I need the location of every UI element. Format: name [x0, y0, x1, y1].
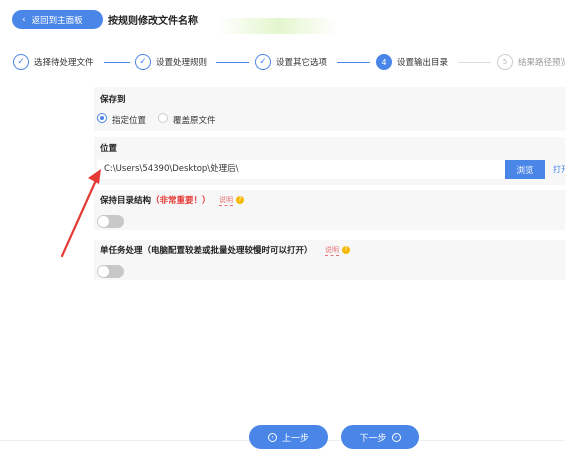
step-connector [337, 62, 370, 63]
step-connector [458, 62, 491, 63]
step-number: 4 [376, 54, 392, 70]
save-to-section: 保存到 [94, 87, 565, 131]
page-title: 按规则修改文件名称 [108, 16, 198, 27]
keep-structure-toggle[interactable] [97, 215, 124, 228]
keep-structure-help-link[interactable]: 说明 [219, 195, 233, 206]
next-step-button[interactable]: 下一步 › [341, 425, 419, 449]
help-icon: ? [236, 196, 244, 204]
check-icon: ✓ [255, 54, 271, 70]
single-task-title: 单任务处理（电脑配置较差或批量处理较慢时可以打开） [100, 246, 313, 256]
step-label: 设置处理规则 [156, 58, 208, 68]
header: ‹ 返回到主面板 按规则修改文件名称 [0, 0, 565, 40]
previous-step-button[interactable]: ‹ 上一步 [249, 425, 328, 449]
step-number: 5 [497, 54, 513, 70]
keep-structure-title: 保持目录结构（非常重要！） [100, 194, 211, 206]
step-label: 设置输出目录 [397, 58, 449, 68]
check-icon: ✓ [135, 54, 151, 70]
step-processing-rules[interactable]: ✓ 设置处理规则 [135, 52, 207, 72]
step-label: 选择待处理文件 [34, 58, 94, 68]
radio-specified-location[interactable] [97, 113, 107, 123]
back-to-main-button[interactable]: ‹ 返回到主面板 [12, 10, 103, 29]
single-task-toggle[interactable] [97, 265, 124, 278]
step-indicator: ✓ 选择待处理文件 ✓ 设置处理规则 ✓ 设置其它选项 4 设置输出目录 5 结… [0, 52, 565, 72]
keep-structure-section: 保持目录结构（非常重要！） [94, 190, 565, 230]
radio-specified-location-label[interactable]: 指定位置 [112, 114, 146, 126]
arrow-right-icon: › [391, 432, 401, 442]
previous-step-label: 上一步 [281, 433, 309, 444]
chevron-left-icon: ‹ [22, 14, 26, 25]
open-folder-link[interactable]: 打开 [553, 164, 565, 175]
step-connector [104, 62, 130, 63]
importance-warning: （非常重要！） [151, 196, 211, 206]
save-to-title: 保存到 [100, 95, 126, 105]
back-label: 返回到主面板 [31, 15, 83, 26]
radio-overwrite-original-label[interactable]: 覆盖原文件 [173, 114, 216, 126]
step-select-files[interactable]: ✓ 选择待处理文件 [13, 52, 94, 72]
output-path-field[interactable]: C:\Users\54390\Desktop\处理后\ [97, 160, 505, 179]
radio-overwrite-original[interactable] [158, 113, 168, 123]
step-output-directory[interactable]: 4 设置输出目录 [376, 52, 448, 72]
step-other-options[interactable]: ✓ 设置其它选项 [255, 52, 327, 72]
location-title: 位置 [100, 144, 118, 154]
keep-structure-label: 保持目录结构 [100, 196, 152, 206]
step-label: 设置其它选项 [276, 58, 328, 68]
step-connector [216, 62, 249, 63]
faded-title-overlay [218, 18, 338, 34]
check-icon: ✓ [13, 54, 29, 70]
step-label: 结果路径预览 [518, 58, 565, 68]
next-step-label: 下一步 [359, 433, 387, 444]
arrow-left-icon: ‹ [267, 432, 277, 442]
help-icon: ? [342, 246, 350, 254]
single-task-help-link[interactable]: 说明 [325, 245, 339, 256]
step-result-preview[interactable]: 5 结果路径预览 [497, 52, 565, 72]
browse-button[interactable]: 浏览 [505, 160, 545, 179]
